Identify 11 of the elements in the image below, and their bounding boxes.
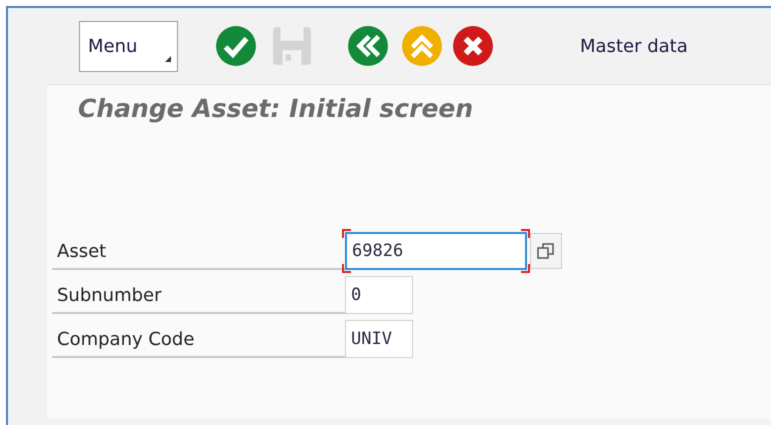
input-field[interactable]: UNIV: [345, 320, 413, 358]
master-data-button[interactable]: Master data: [580, 32, 688, 60]
screen-title: Change Asset: Initial screen: [77, 93, 474, 125]
input-field[interactable]: 0: [345, 276, 413, 314]
menu-button[interactable]: Menu: [79, 20, 178, 72]
double-left-arrow-icon[interactable]: [347, 25, 389, 67]
input-field[interactable]: 69826: [345, 232, 527, 270]
value-help-icon[interactable]: [530, 233, 562, 269]
close-icon[interactable]: [452, 25, 494, 67]
dropdown-corner-icon: [165, 56, 171, 62]
checkmark-icon[interactable]: [215, 25, 257, 67]
